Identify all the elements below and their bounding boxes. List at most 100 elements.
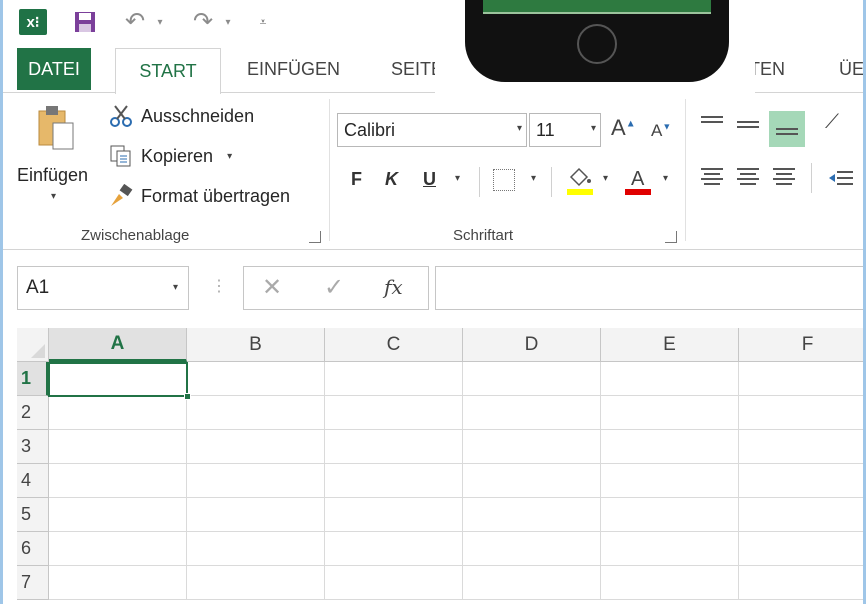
cell-d1[interactable] bbox=[463, 362, 601, 396]
align-top-button[interactable] bbox=[697, 107, 727, 137]
copy-button[interactable]: Kopieren ▾ bbox=[107, 141, 232, 171]
cell-b3[interactable] bbox=[187, 430, 325, 464]
row-header-6[interactable]: 6 bbox=[17, 532, 49, 566]
select-all-corner[interactable] bbox=[17, 328, 49, 362]
formula-input[interactable] bbox=[435, 266, 863, 310]
align-bottom-button[interactable] bbox=[769, 111, 805, 147]
cell-c5[interactable] bbox=[325, 498, 463, 532]
paste-icon[interactable] bbox=[37, 103, 77, 153]
fill-handle[interactable] bbox=[184, 393, 191, 400]
orientation-icon[interactable]: ⟋ bbox=[825, 111, 839, 134]
cell-b6[interactable] bbox=[187, 532, 325, 566]
undo-icon[interactable]: ↶ bbox=[121, 6, 149, 36]
cell-f1[interactable] bbox=[739, 362, 863, 396]
row-header-1[interactable]: 1 bbox=[17, 362, 49, 396]
cell-d7[interactable] bbox=[463, 566, 601, 600]
cell-c6[interactable] bbox=[325, 532, 463, 566]
bold-button[interactable]: F bbox=[351, 169, 362, 190]
cell-a3[interactable] bbox=[49, 430, 187, 464]
cell-f3[interactable] bbox=[739, 430, 863, 464]
fill-color-icon[interactable] bbox=[565, 165, 595, 197]
cell-e5[interactable] bbox=[601, 498, 739, 532]
cell-e3[interactable] bbox=[601, 430, 739, 464]
cell-f6[interactable] bbox=[739, 532, 863, 566]
cell-c3[interactable] bbox=[325, 430, 463, 464]
decrease-indent-icon[interactable] bbox=[825, 163, 855, 193]
cut-button[interactable]: Ausschneiden bbox=[107, 101, 254, 131]
row-header-7[interactable]: 7 bbox=[17, 566, 49, 600]
paste-button[interactable]: Einfügen bbox=[17, 165, 88, 186]
column-header-f[interactable]: F bbox=[739, 328, 863, 362]
cell-c4[interactable] bbox=[325, 464, 463, 498]
tab-einfuegen[interactable]: EINFÜGEN bbox=[247, 48, 340, 90]
name-box[interactable]: A1 ▾ bbox=[17, 266, 189, 310]
cell-e4[interactable] bbox=[601, 464, 739, 498]
font-launcher-icon[interactable] bbox=[665, 231, 677, 243]
align-center-button[interactable] bbox=[733, 161, 763, 191]
save-icon[interactable] bbox=[73, 10, 97, 34]
cell-c7[interactable] bbox=[325, 566, 463, 600]
underline-button[interactable]: U bbox=[423, 169, 436, 190]
cell-a2[interactable] bbox=[49, 396, 187, 430]
cell-a7[interactable] bbox=[49, 566, 187, 600]
cell-d6[interactable] bbox=[463, 532, 601, 566]
fill-color-dropdown-icon[interactable]: ▾ bbox=[603, 173, 608, 184]
enter-icon[interactable]: ✓ bbox=[324, 273, 344, 302]
tab-start[interactable]: START bbox=[115, 48, 221, 94]
font-size-dropdown-icon[interactable]: ▾ bbox=[591, 123, 596, 134]
grow-font-button[interactable]: A▲ bbox=[611, 115, 636, 141]
format-painter-button[interactable]: Format übertragen bbox=[107, 181, 290, 211]
cell-b7[interactable] bbox=[187, 566, 325, 600]
align-middle-button[interactable] bbox=[733, 107, 763, 137]
font-color-dropdown-icon[interactable]: ▾ bbox=[663, 173, 668, 184]
undo-dropdown-icon[interactable]: ▾ bbox=[153, 10, 167, 34]
align-left-button[interactable] bbox=[697, 161, 727, 191]
cell-d2[interactable] bbox=[463, 396, 601, 430]
excel-logo-icon[interactable]: x⁝ bbox=[19, 9, 47, 35]
column-header-e[interactable]: E bbox=[601, 328, 739, 362]
cell-b5[interactable] bbox=[187, 498, 325, 532]
italic-button[interactable]: K bbox=[385, 169, 398, 190]
cell-c1[interactable] bbox=[325, 362, 463, 396]
cell-e1[interactable] bbox=[601, 362, 739, 396]
row-header-2[interactable]: 2 bbox=[17, 396, 49, 430]
cell-f2[interactable] bbox=[739, 396, 863, 430]
font-color-icon[interactable]: A bbox=[623, 165, 653, 197]
row-header-5[interactable]: 5 bbox=[17, 498, 49, 532]
cell-d3[interactable] bbox=[463, 430, 601, 464]
cancel-icon[interactable]: ✕ bbox=[262, 273, 282, 302]
borders-icon[interactable] bbox=[493, 169, 515, 191]
font-size-select[interactable]: 11 ▾ bbox=[529, 113, 601, 147]
cell-e7[interactable] bbox=[601, 566, 739, 600]
paste-dropdown-icon[interactable]: ▾ bbox=[51, 191, 56, 202]
tab-datei[interactable]: DATEI bbox=[17, 48, 91, 90]
row-header-3[interactable]: 3 bbox=[17, 430, 49, 464]
cell-e2[interactable] bbox=[601, 396, 739, 430]
cell-d4[interactable] bbox=[463, 464, 601, 498]
column-header-a[interactable]: A bbox=[49, 328, 187, 362]
active-cell-outline[interactable] bbox=[48, 362, 191, 400]
row-header-4[interactable]: 4 bbox=[17, 464, 49, 498]
align-right-button[interactable] bbox=[769, 161, 799, 191]
cell-f4[interactable] bbox=[739, 464, 863, 498]
cell-e6[interactable] bbox=[601, 532, 739, 566]
customize-toolbar-icon[interactable]: ⩡ bbox=[255, 10, 271, 34]
column-header-c[interactable]: C bbox=[325, 328, 463, 362]
cell-a6[interactable] bbox=[49, 532, 187, 566]
cell-b2[interactable] bbox=[187, 396, 325, 430]
cell-b1[interactable] bbox=[187, 362, 325, 396]
cell-a5[interactable] bbox=[49, 498, 187, 532]
redo-dropdown-icon[interactable]: ▾ bbox=[221, 10, 235, 34]
column-header-b[interactable]: B bbox=[187, 328, 325, 362]
formula-bar-grip-icon[interactable]: ⋮ bbox=[211, 276, 227, 296]
cell-f7[interactable] bbox=[739, 566, 863, 600]
font-name-dropdown-icon[interactable]: ▾ bbox=[517, 123, 522, 134]
shrink-font-button[interactable]: A▼ bbox=[651, 121, 671, 141]
cell-c2[interactable] bbox=[325, 396, 463, 430]
name-box-dropdown-icon[interactable]: ▾ bbox=[173, 282, 178, 293]
column-header-d[interactable]: D bbox=[463, 328, 601, 362]
redo-icon[interactable]: ↷ bbox=[189, 6, 217, 36]
font-name-select[interactable]: Calibri ▾ bbox=[337, 113, 527, 147]
tab-ueberpruefen[interactable]: ÜE bbox=[839, 48, 863, 90]
copy-dropdown-icon[interactable]: ▾ bbox=[227, 151, 232, 162]
